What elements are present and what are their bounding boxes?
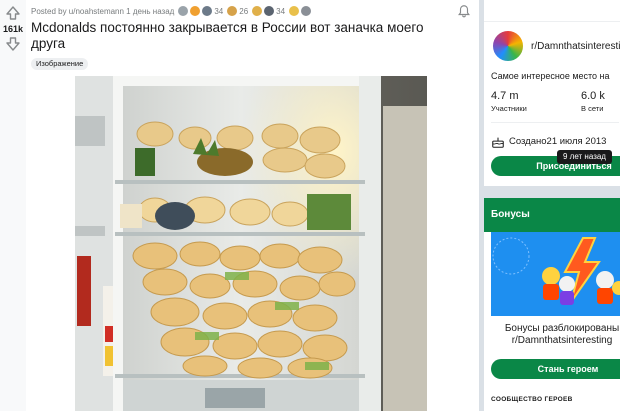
vote-score: 161k: [2, 24, 24, 34]
bonus-header: Бонусы: [484, 198, 620, 232]
divider: [491, 122, 619, 123]
bonus-text-line-2: r/Damnthatsinteresting: [511, 335, 613, 346]
post-meta-text: Posted by u/noahstemann 1 день назад: [31, 6, 175, 16]
downvote-icon[interactable]: [5, 36, 21, 52]
notification-bell-icon[interactable]: [457, 4, 471, 18]
post-title[interactable]: Mcdonalds постоянно закрывается в России…: [31, 20, 451, 52]
fridge-photo: [75, 76, 427, 411]
award-list: 34 26 34: [178, 6, 313, 16]
upvote-icon[interactable]: [5, 5, 21, 21]
award-count: 26: [239, 6, 249, 16]
vote-column: 161k: [0, 0, 26, 411]
award-7-icon[interactable]: [289, 6, 300, 16]
created-tooltip: 9 лет назад: [557, 150, 612, 164]
post-meta: Posted by u/noahstemann 1 день назад 34 2…: [31, 5, 461, 17]
award-count: 34: [214, 6, 224, 16]
subreddit-description: Самое интересное место на: [491, 71, 610, 81]
award-3-icon[interactable]: [202, 6, 213, 16]
post-card: 161k Posted by u/noahstemann 1 день наза…: [0, 0, 479, 411]
bonus-banner-image: [491, 232, 620, 316]
award-6-icon[interactable]: [264, 6, 275, 16]
award-4-icon[interactable]: [227, 6, 238, 16]
post-image[interactable]: [75, 76, 427, 411]
cake-icon: [492, 137, 504, 148]
online-label: В сети: [581, 104, 604, 113]
online-count: 6.0 k: [581, 90, 605, 102]
bonus-card: Бонусы Бонусы разблокированы r/Damnthats…: [484, 198, 620, 411]
card-top-band: [484, 0, 620, 22]
award-1-icon[interactable]: [178, 6, 189, 16]
bonus-banner-art: [491, 232, 620, 316]
post-flair[interactable]: Изображение: [31, 58, 89, 70]
award-8-icon[interactable]: [301, 6, 312, 16]
bonus-text: Бонусы разблокированы r/Damnthatsinteres…: [492, 323, 620, 347]
created-date: Создано21 июля 2013: [509, 136, 607, 147]
award-count: 34: [276, 6, 286, 16]
award-5-icon[interactable]: [252, 6, 263, 16]
members-label: Участники: [491, 104, 527, 113]
award-2-icon[interactable]: [190, 6, 201, 16]
subreddit-avatar[interactable]: [491, 29, 525, 63]
subreddit-name[interactable]: r/Damnthatsinteresting: [531, 41, 620, 52]
community-heroes-heading: СООБЩЕСТВО ГЕРОЕВ: [491, 396, 573, 403]
bonus-text-line-1: Бонусы разблокированы: [504, 323, 620, 334]
members-count: 4.7 m: [491, 90, 519, 102]
become-hero-button[interactable]: Стань героем: [491, 359, 620, 379]
